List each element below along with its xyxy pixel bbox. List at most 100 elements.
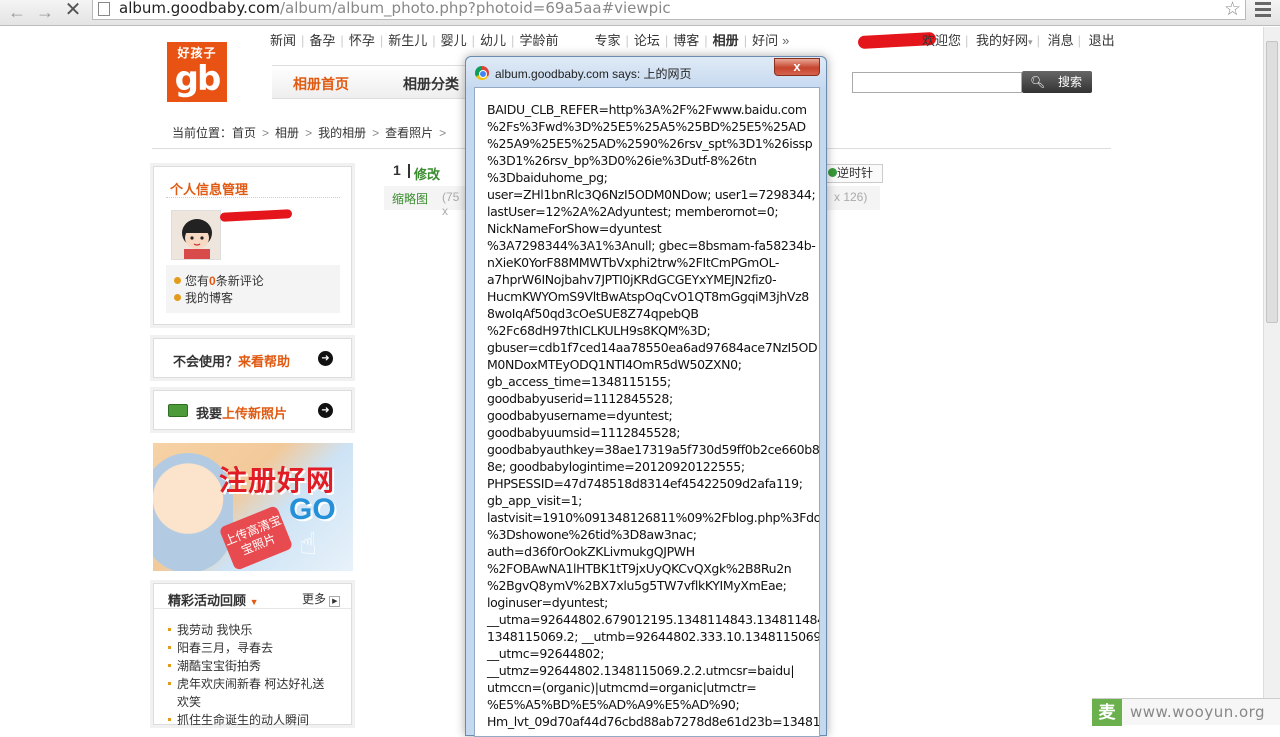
page-icon — [98, 2, 110, 16]
dialog-line: goodbabyuumsid=1112845528; — [487, 425, 681, 440]
tab-album-home[interactable]: 相册首页 — [293, 74, 349, 94]
top-nav-item[interactable]: 专家 — [590, 33, 624, 48]
dialog-line: nXieK0YorF88MMWTbVxphi2trw%2FItCmPGmOL- — [487, 255, 780, 270]
redaction-mark — [219, 209, 293, 222]
dialog-line: __utmc=92644802; — [487, 646, 605, 661]
page-scrollbar[interactable] — [1263, 27, 1280, 725]
top-nav-item[interactable]: 好问 — [748, 33, 782, 48]
dialog-line: goodbabyuserid=1112845528; — [487, 391, 673, 406]
more-icon[interactable]: » — [782, 33, 789, 48]
dialog-line: %3A7298344%3A1%3Anull; gbec=8bsmam-fa582… — [487, 238, 816, 253]
dialog-line: __utmz=92644802.1348115069.2.2.utmcsr=ba… — [487, 663, 795, 678]
top-nav-item[interactable]: 新生儿 — [384, 33, 431, 48]
breadcrumb-my-album[interactable]: 我的相册 — [318, 126, 366, 140]
messages-link[interactable]: 消息 — [1044, 33, 1078, 48]
dialog-line: Hm_lvt_09d70af44d76cbd88ab7278d8e61d23b=… — [487, 714, 820, 729]
star-icon[interactable]: ☆ — [1224, 0, 1241, 21]
dialog-titlebar[interactable]: album.goodbaby.com says: 上的网页 x — [466, 57, 826, 87]
list-item[interactable]: 我劳动 我快乐 — [168, 621, 324, 639]
caret-down-icon: ▼ — [249, 597, 259, 607]
arrow-right-circle-icon[interactable]: ➜ — [318, 403, 333, 418]
thumbnail-link[interactable]: 缩略图 — [392, 190, 428, 207]
dialog-close-button[interactable]: x — [774, 58, 820, 76]
arrow-right-circle-icon[interactable]: ➜ — [318, 351, 333, 366]
dialog-line: gb_app_visit=1; — [487, 493, 583, 508]
menu-icon[interactable] — [1255, 2, 1271, 18]
thumbnail-row: 缩略图 (75 x — [384, 186, 466, 218]
dialog-line: HucmKWYOmS9VltBwAtspOqCvO1QT8mGgqiM3jhVz… — [487, 289, 809, 304]
dialog-line: %3Dbaiduhome_pg; — [487, 170, 608, 185]
top-nav-item[interactable]: 幼儿 — [476, 33, 510, 48]
my-friends-link[interactable]: 我的好网▾ — [972, 33, 1037, 48]
dialog-line: %25A9%25E5%25AD%2590%26rsv_spt%3D1%26iss… — [487, 136, 813, 151]
register-banner[interactable]: 注册好网 GO 上传高清宝宝照片 ☝ — [153, 443, 353, 571]
ime-button[interactable]: 麦 — [1092, 699, 1122, 726]
photo-number: 1 — [393, 162, 401, 178]
search-button[interactable]: 🔍︎ 搜索 — [1022, 71, 1092, 93]
dialog-line: utmccn=(organic)|utmcmd=organic|utmctr= — [487, 680, 757, 695]
top-nav-item[interactable]: 怀孕 — [345, 33, 379, 48]
help-box[interactable]: 不会使用？来看帮助 ➜ — [153, 338, 352, 378]
dialog-line: %E5%A5%BD%E5%AD%A9%E5%AD%90; — [487, 697, 740, 712]
watermark: www.wooyun.org — [1130, 703, 1266, 721]
search-icon: 🔍︎ — [1030, 75, 1046, 89]
welcome-link[interactable]: 欢迎您 — [918, 33, 965, 48]
top-nav-item[interactable]: 博客 — [669, 33, 703, 48]
scroll-thumb[interactable] — [1266, 41, 1278, 323]
search-input[interactable] — [852, 72, 1022, 93]
rotate-ccw-button[interactable]: 逆时针 — [823, 164, 883, 183]
dialog-line: lastvisit=1910%091348126811%09%2Fblog.ph… — [487, 510, 820, 525]
events-list: 我劳动 我快乐 阳春三月，寻春去 潮酷宝宝街拍秀 虎年欢庆闹新春 柯达好礼送 欢… — [168, 621, 324, 729]
arrow-right-icon[interactable]: → — [34, 2, 56, 24]
dialog-line: BAIDU_CLB_REFER=http%3A%2F%2Fwww.baidu.c… — [487, 102, 807, 117]
dialog-body: BAIDU_CLB_REFER=http%3A%2F%2Fwww.baidu.c… — [474, 87, 820, 737]
dialog-line: goodbabyusername=dyuntest; — [487, 408, 673, 423]
dialog-line: NickNameForShow=dyuntest — [487, 221, 662, 236]
events-more-link[interactable]: 更多 ▶ — [302, 590, 341, 607]
bullet-icon — [174, 277, 181, 284]
top-nav-item[interactable]: 新闻 — [266, 33, 300, 48]
dialog-line: %2FOBAwNA1lHTBK1tT9jxUyQKCvQXgk%2B8Ru2n — [487, 561, 792, 576]
arrow-left-icon[interactable]: ← — [6, 2, 28, 24]
chrome-icon — [475, 66, 489, 80]
dialog-line: %3D1%26rsv_bp%3D0%26ie%3Dutf-8%26tn — [487, 153, 757, 168]
chevron-right-icon: ▶ — [329, 596, 341, 607]
close-icon[interactable]: ✕ — [62, 0, 84, 22]
hand-pointer-icon: ☝ — [299, 528, 318, 561]
dialog-line: %3Dshowone%26tid%3D8aw3nac; — [487, 527, 697, 542]
tab-album-category[interactable]: 相册分类 — [403, 74, 459, 94]
top-nav-item[interactable]: 论坛 — [630, 33, 664, 48]
list-item[interactable]: 阳春三月，寻春去 — [168, 639, 324, 657]
top-nav-item[interactable]: 相册 — [709, 33, 743, 48]
browser-toolbar: ← → ✕ album.goodbaby.com/album/album_pho… — [0, 0, 1280, 26]
dialog-line: 1348115069.2; __utmb=92644802.333.10.134… — [487, 629, 820, 644]
url-text[interactable]: album.goodbaby.com/album/album_photo.php… — [119, 0, 671, 17]
list-item[interactable]: 潮酷宝宝街拍秀 — [168, 657, 324, 675]
top-nav-item[interactable]: 备孕 — [305, 33, 339, 48]
breadcrumb-album[interactable]: 相册 — [275, 126, 299, 140]
dialog-line: user=ZHl1bnRlc3Q6NzI5ODM0NDow; user1=729… — [487, 187, 816, 202]
top-nav-item[interactable]: 学龄前 — [515, 33, 562, 48]
list-item[interactable]: 虎年欢庆闹新春 柯达好礼送 — [168, 675, 324, 693]
avatar[interactable] — [171, 210, 221, 260]
my-blog-link[interactable]: 我的博客 — [174, 290, 340, 307]
dialog-line: __utma=92644802.679012195.1348114843.134… — [487, 612, 820, 627]
new-comments-link[interactable]: 您有0条新评论 — [174, 273, 340, 290]
site-logo[interactable]: 好孩子 gb — [167, 42, 227, 102]
dialog-line: goodbabyauthkey=38ae17319a5f730d59ff0b2c… — [487, 442, 820, 457]
breadcrumb-view-photo[interactable]: 查看照片 — [385, 126, 433, 140]
upload-photo-icon — [168, 404, 188, 417]
upload-box[interactable]: 我要上传新照片 ➜ — [153, 390, 352, 430]
breadcrumb-home[interactable]: 首页 — [232, 126, 256, 140]
photo-edit-link[interactable]: 修改 — [414, 164, 440, 183]
list-item[interactable]: 抓住生命诞生的动人瞬间 — [168, 711, 324, 729]
top-nav-item[interactable]: 婴儿 — [437, 33, 471, 48]
address-bar[interactable]: album.goodbaby.com/album/album_photo.php… — [92, 0, 1246, 20]
logout-link[interactable]: 退出 — [1085, 33, 1119, 48]
list-item[interactable]: 欢笑 — [168, 693, 324, 711]
dialog-line: lastUser=12%2A%2Adyuntest; memberornot=0… — [487, 204, 779, 219]
events-title[interactable]: 精彩活动回顾 ▼ — [168, 590, 259, 609]
dialog-line: PHPSESSID=47d748518d8314ef45422509d2afa1… — [487, 476, 803, 491]
user-nav: 欢迎您 | 我的好网▾ | 消息 | 退出 — [918, 30, 1119, 49]
dialog-line: %2Fc68dH97thICLKULH9s8KQM%3D; — [487, 323, 711, 338]
